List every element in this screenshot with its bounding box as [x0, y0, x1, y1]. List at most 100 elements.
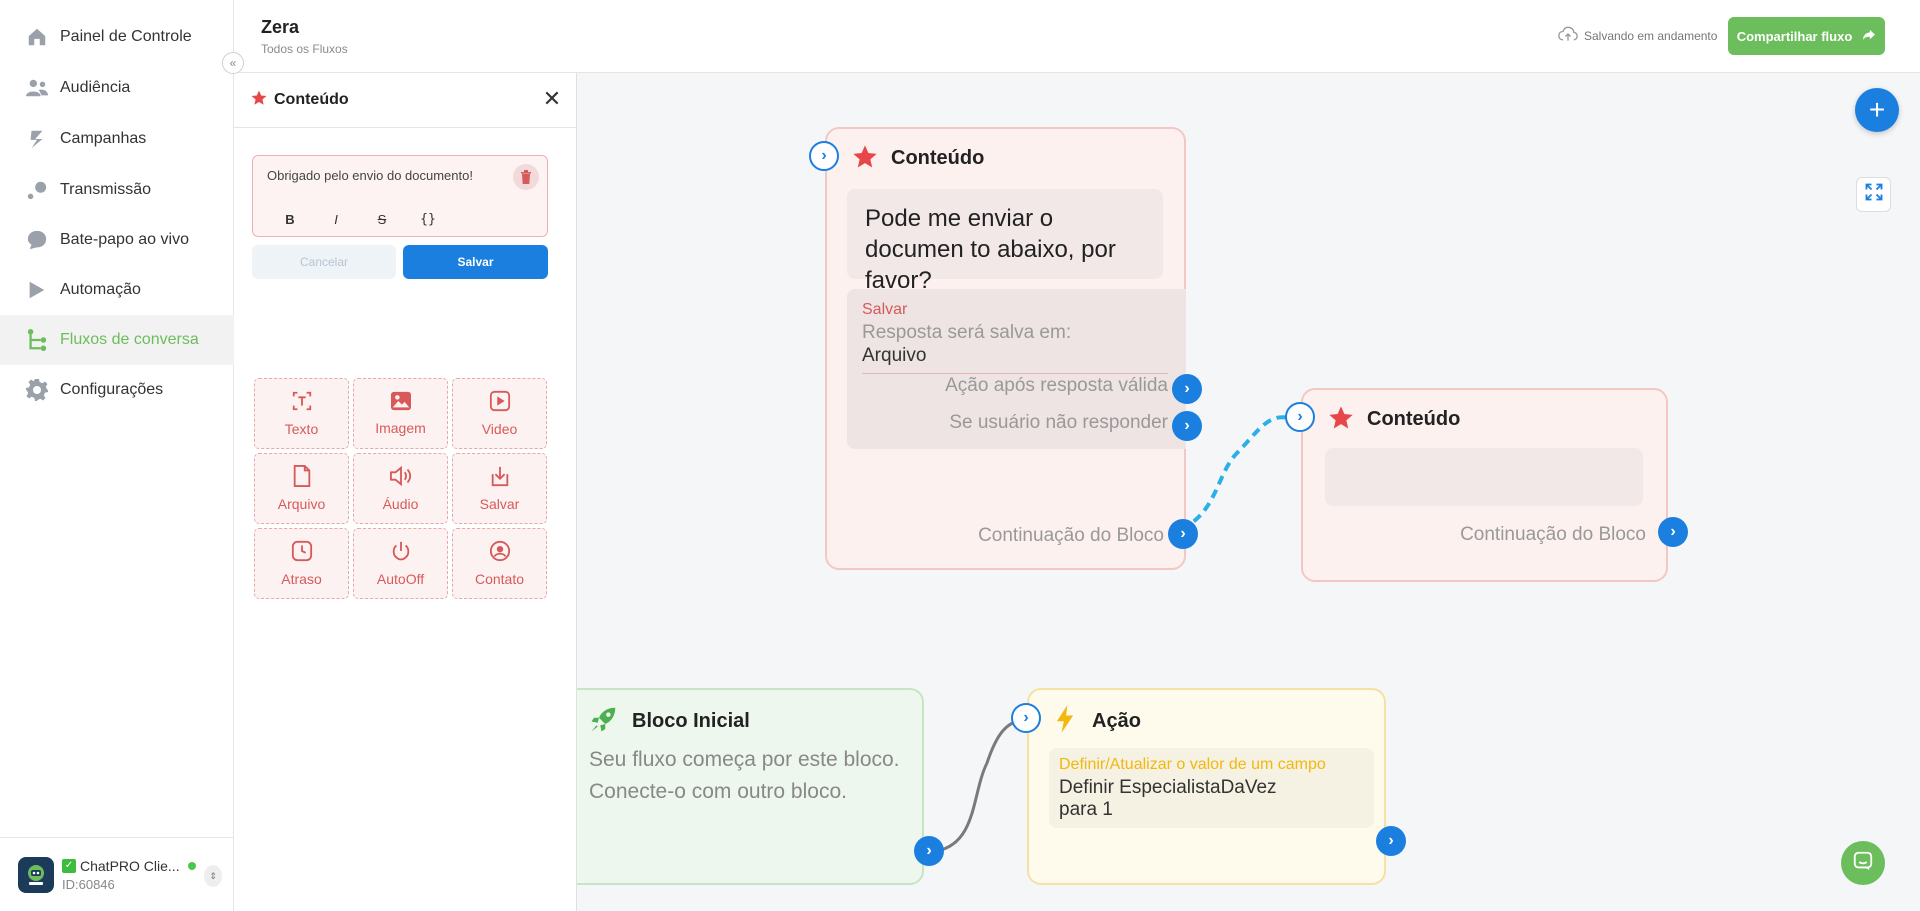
power-icon — [390, 540, 412, 565]
tool-arquivo[interactable]: Arquivo — [254, 453, 349, 524]
tool-label: Atraso — [281, 571, 322, 587]
action-box[interactable]: Definir/Atualizar o valor de um campo De… — [1049, 748, 1374, 828]
node-title: Conteúdo — [891, 147, 985, 169]
contact-icon — [489, 540, 511, 565]
strikethrough-button[interactable]: S — [359, 208, 405, 230]
sidebar-item-painel[interactable]: Painel de Controle — [0, 12, 234, 62]
message-editor[interactable]: Obrigado pelo envio do documento! B I S … — [252, 155, 548, 237]
video-icon — [489, 390, 511, 415]
after-valid-label: Ação após resposta válida — [945, 375, 1168, 396]
sidebar-item-campanhas[interactable]: Campanhas — [0, 114, 234, 164]
tool-atraso[interactable]: Atraso — [254, 528, 349, 599]
panel-title: Conteúdo — [274, 91, 349, 108]
expand-icon — [1864, 182, 1884, 207]
breadcrumb[interactable]: Todos os Fluxos — [261, 42, 348, 56]
sidebar-item-label: Fluxos de conversa — [60, 331, 199, 348]
tool-contato[interactable]: Contato — [452, 528, 547, 599]
saving-text: Salvando em andamento — [1584, 28, 1718, 43]
node-title: Bloco Inicial — [632, 710, 750, 732]
message-preview[interactable]: Pode me enviar o documen to abaixo, por … — [847, 189, 1163, 294]
message-input[interactable]: Obrigado pelo envio do documento! — [267, 168, 473, 183]
flow-title: Zera — [261, 17, 300, 37]
tool-texto[interactable]: Texto — [254, 378, 349, 449]
content-node-2[interactable]: Conteúdo Continuação do Bloco — [1301, 388, 1668, 582]
save-button[interactable]: Salvar — [403, 245, 548, 279]
tool-label: AutoOff — [376, 571, 425, 587]
star-icon — [851, 143, 879, 176]
tool-label: Video — [481, 421, 518, 437]
rocket-icon — [589, 704, 619, 739]
tool-salvar[interactable]: Salvar — [452, 453, 547, 524]
account-switcher[interactable]: ✓ ChatPRO Clie... ID:60846 ⇕ — [0, 837, 234, 911]
output-port-no-reply[interactable]: › — [1172, 411, 1202, 441]
action-line-2: para 1 — [1059, 799, 1113, 820]
divider — [862, 373, 1168, 374]
cancel-button[interactable]: Cancelar — [252, 245, 396, 279]
input-port[interactable]: › — [809, 141, 839, 171]
sidebar-item-label: Transmissão — [60, 181, 151, 198]
gear-icon — [24, 377, 50, 403]
sidebar-item-transmissao[interactable]: Transmissão — [0, 165, 234, 215]
download-icon — [489, 465, 511, 490]
campaign-icon — [24, 126, 50, 152]
flow-canvas[interactable]: Conteúdo Pode me enviar o documen to aba… — [577, 73, 1920, 911]
avatar — [18, 856, 54, 893]
bold-button[interactable]: B — [267, 208, 313, 230]
close-icon[interactable]: ✕ — [540, 86, 564, 111]
sidebar-item-fluxos[interactable]: Fluxos de conversa — [0, 315, 234, 365]
flow-icon — [24, 327, 50, 353]
input-port[interactable]: › — [1285, 402, 1315, 432]
output-port-continuation[interactable]: › — [1658, 517, 1688, 547]
start-node[interactable]: Bloco Inicial Seu fluxo começa por este … — [577, 688, 924, 885]
online-status-icon — [187, 861, 196, 870]
tool-label: Contato — [474, 571, 525, 587]
continuation-label: Continuação do Bloco — [978, 525, 1164, 546]
tool-audio[interactable]: Áudio — [353, 453, 448, 524]
saving-status: Salvando em andamento — [1558, 26, 1717, 45]
input-port[interactable]: › — [1011, 703, 1041, 733]
action-node[interactable]: Ação Definir/Atualizar o valor de um cam… — [1027, 688, 1386, 885]
star-icon — [250, 89, 268, 112]
sidebar-item-audiencia[interactable]: Audiência — [0, 63, 234, 113]
italic-button[interactable]: I — [313, 208, 359, 230]
sidebar-item-label: Campanhas — [60, 130, 147, 147]
account-name: ChatPRO Clie... — [80, 857, 180, 874]
share-flow-button[interactable]: Compartilhar fluxo — [1728, 17, 1885, 55]
message-preview-empty[interactable] — [1325, 448, 1643, 506]
tool-autooff[interactable]: AutoOff — [353, 528, 448, 599]
add-block-button[interactable]: + — [1855, 88, 1899, 132]
image-icon — [390, 391, 412, 414]
trash-icon[interactable] — [513, 164, 539, 190]
sidebar-item-label: Painel de Controle — [60, 28, 192, 45]
output-port-start[interactable]: › — [914, 836, 944, 866]
users-icon — [24, 75, 50, 101]
content-tools-grid: Texto Imagem Video Arquivo Áudio Salvar … — [254, 378, 547, 599]
save-value: Arquivo — [862, 345, 927, 366]
output-port-after-valid[interactable]: › — [1172, 374, 1202, 404]
sidebar-item-label: Automação — [60, 281, 141, 298]
sidebar-item-configuracoes[interactable]: Configurações — [0, 365, 234, 415]
no-reply-label: Se usuário não responder — [949, 412, 1168, 433]
sidebar-item-label: Configurações — [60, 381, 164, 398]
chat-icon — [24, 227, 50, 253]
tool-label: Áudio — [382, 496, 419, 512]
header: Zera Todos os Fluxos Salvando em andamen… — [234, 0, 1920, 73]
file-icon — [292, 465, 312, 490]
tool-label: Salvar — [479, 496, 520, 512]
fit-screen-button[interactable] — [1856, 177, 1891, 212]
tool-video[interactable]: Video — [452, 378, 547, 449]
share-icon — [1862, 29, 1876, 44]
collapse-sidebar-button[interactable]: « — [222, 52, 244, 74]
text-icon — [291, 390, 313, 415]
play-icon — [24, 277, 50, 303]
variable-button[interactable]: {} — [405, 208, 451, 230]
tool-imagem[interactable]: Imagem — [353, 378, 448, 449]
save-response-box[interactable]: Salvar Resposta será salva em: Arquivo A… — [847, 289, 1186, 449]
output-port-action[interactable]: › — [1376, 826, 1406, 856]
switch-account-icon[interactable]: ⇕ — [204, 865, 222, 887]
content-node-1[interactable]: Conteúdo Pode me enviar o documen to aba… — [825, 127, 1186, 570]
output-port-continuation[interactable]: › — [1168, 519, 1198, 549]
support-chat-button[interactable] — [1841, 841, 1885, 885]
sidebar-item-bate-papo[interactable]: Bate-papo ao vivo — [0, 215, 234, 265]
sidebar-item-automacao[interactable]: Automação — [0, 265, 234, 315]
